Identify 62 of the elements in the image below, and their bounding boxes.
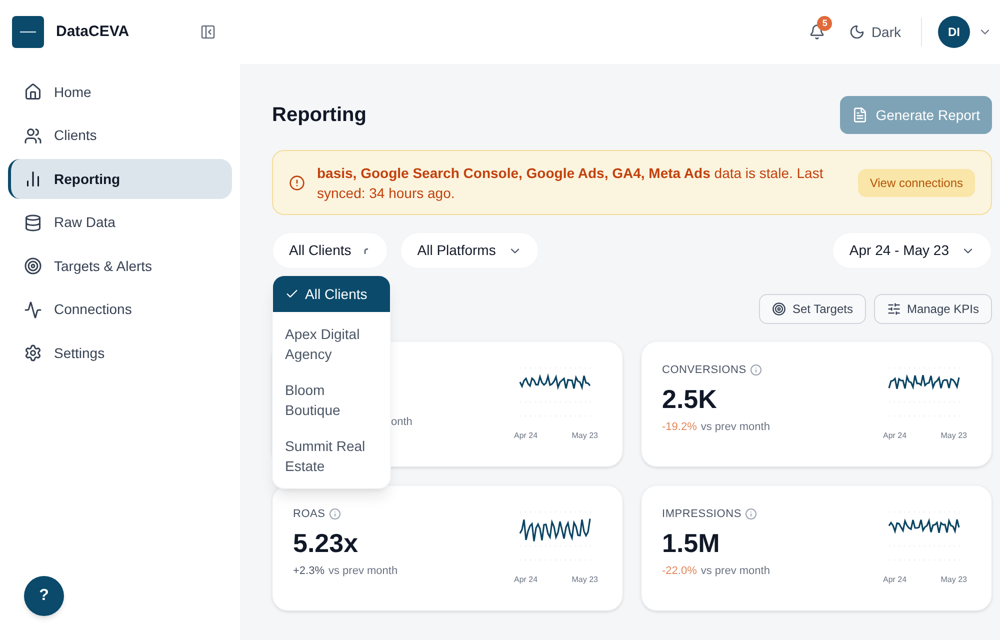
pulse-icon xyxy=(24,300,42,318)
sidebar-item[interactable]: Clients xyxy=(8,116,232,156)
help-button[interactable]: ? xyxy=(24,576,64,616)
kpi-label: IMPRESSIONS xyxy=(662,507,742,522)
settings-icon xyxy=(24,344,42,362)
users-icon xyxy=(24,126,42,144)
axis-label: May 23 xyxy=(940,430,967,442)
theme-toggle[interactable]: Dark xyxy=(849,22,901,42)
axis-label: May 23 xyxy=(940,574,967,586)
sidebar-item[interactable]: Settings xyxy=(8,333,232,373)
menu-option[interactable]: Apex Digital Agency xyxy=(273,316,390,372)
comparison-text: vs prev month xyxy=(700,420,770,435)
sidebar-item[interactable]: Raw Data xyxy=(8,202,232,242)
info-icon[interactable] xyxy=(745,508,758,520)
bar-chart-icon xyxy=(24,170,42,188)
platform-filter[interactable]: All Platforms xyxy=(400,232,539,269)
comparison-text: onth xyxy=(391,415,412,430)
brand-name: DataCEVA xyxy=(56,22,130,42)
kpi-value: 2.5K xyxy=(662,382,718,415)
menu-option[interactable]: Summit Real Estate xyxy=(273,428,390,484)
home-icon xyxy=(24,83,42,101)
axis-label: Apr 24 xyxy=(883,574,907,586)
kpi-delta: -22.0% xyxy=(662,564,697,579)
sidebar-item[interactable]: Reporting xyxy=(8,159,232,199)
axis-label: Apr 24 xyxy=(514,574,538,586)
alert-message: basis, Google Search Console, Google Ads, GA4, Meta Ads data is stale. Last synced: 34 hours ago. xyxy=(317,164,824,202)
menu-option[interactable]: Bloom Boutique xyxy=(273,372,390,428)
kpi-delta: +2.3% xyxy=(293,564,324,579)
logo-icon xyxy=(12,16,44,48)
comparison-text: vs prev month xyxy=(700,564,770,579)
axis-label: Apr 24 xyxy=(883,430,907,442)
view-connections-button[interactable]: View connections xyxy=(858,168,975,196)
target-icon xyxy=(24,257,42,275)
document-icon xyxy=(852,107,868,123)
info-icon[interactable] xyxy=(750,364,762,376)
database-icon xyxy=(24,214,42,232)
set-targets-button[interactable]: Set Targets xyxy=(759,294,866,324)
date-range-picker[interactable]: Apr 24 - May 23 xyxy=(832,232,992,269)
axis-label: May 23 xyxy=(572,574,598,586)
kpi-label: ROAS xyxy=(293,507,326,522)
collapse-sidebar-icon[interactable] xyxy=(200,24,216,40)
comparison-text: vs prev month xyxy=(328,564,398,579)
client-filter[interactable]: All Clients xyxy=(272,232,388,269)
menu-option[interactable]: All Clients xyxy=(273,276,390,312)
kpi-label: CONVERSIONS xyxy=(662,363,746,378)
sidebar-item[interactable]: Targets & Alerts xyxy=(8,246,232,286)
sidebar-item[interactable]: Connections xyxy=(8,290,232,330)
axis-label: Apr 24 xyxy=(514,430,538,442)
sliders-icon xyxy=(886,302,901,316)
page-title: Reporting xyxy=(272,103,366,128)
sidebar-item[interactable]: Home xyxy=(8,72,232,112)
manage-kpis-button[interactable]: Manage KPIs xyxy=(874,294,992,324)
kpi-delta: -19.2% xyxy=(662,420,697,435)
kpi-value: 5.23x xyxy=(293,526,360,559)
avatar[interactable]: DI xyxy=(938,16,970,48)
kpi-value: 1.5M xyxy=(662,526,721,559)
notification-count: 5 xyxy=(817,16,832,31)
target-icon xyxy=(772,302,786,316)
axis-label: May 23 xyxy=(572,430,598,442)
info-icon[interactable] xyxy=(329,508,342,520)
moon-icon xyxy=(849,24,866,40)
alert-icon xyxy=(289,174,305,190)
